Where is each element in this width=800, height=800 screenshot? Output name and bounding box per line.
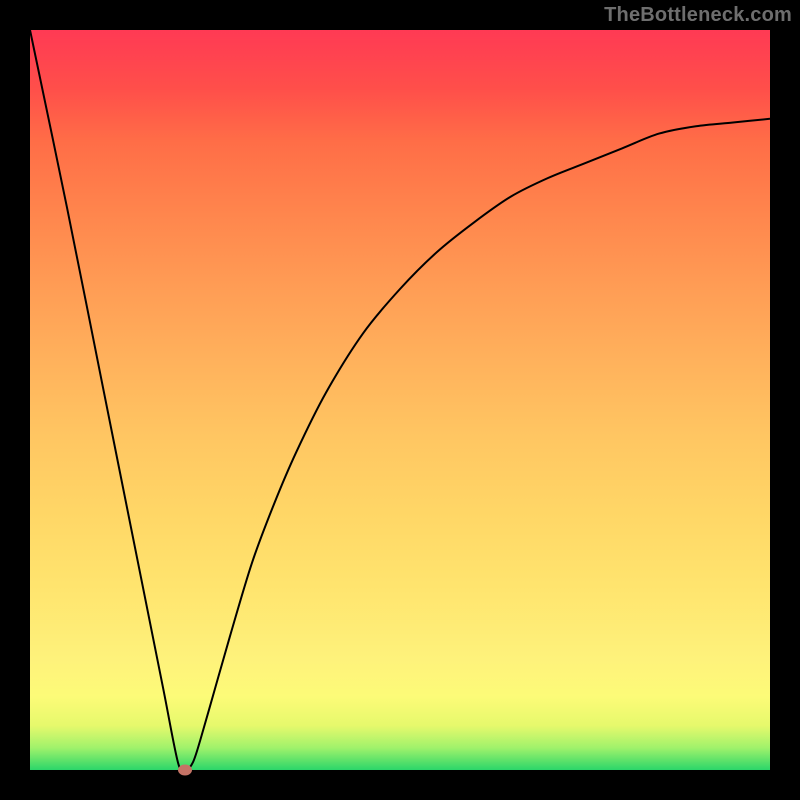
- minimum-marker: [178, 765, 192, 776]
- plot-area: [30, 30, 770, 770]
- chart-container: TheBottleneck.com: [0, 0, 800, 800]
- watermark-text: TheBottleneck.com: [604, 4, 792, 27]
- bottleneck-curve: [30, 30, 770, 770]
